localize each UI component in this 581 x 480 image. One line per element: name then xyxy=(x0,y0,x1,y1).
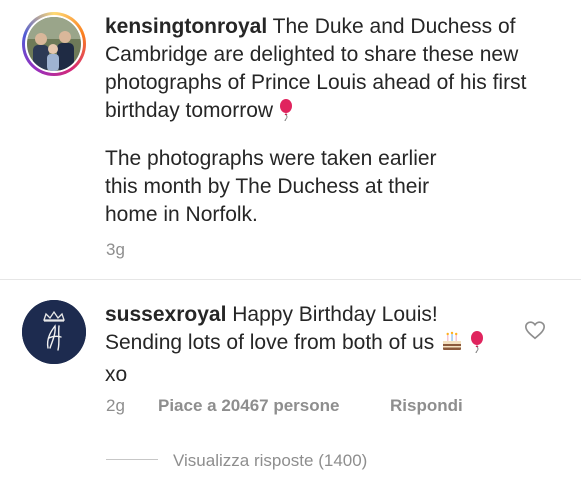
like-heart-icon[interactable] xyxy=(524,319,546,341)
post-caption-paragraph-2: The photographs were taken earlier this … xyxy=(105,147,437,226)
comment-time[interactable]: 2g xyxy=(106,396,125,416)
post-time[interactable]: 3g xyxy=(106,240,125,260)
balloon-icon xyxy=(279,99,293,129)
comment-text: sussexroyal Happy Birthday Louis! Sendin… xyxy=(105,301,505,389)
comment-body-end: xo xyxy=(105,363,128,386)
comment-likes[interactable]: Piace a 20467 persone xyxy=(158,396,339,416)
view-replies-line xyxy=(106,459,158,460)
balloon-icon xyxy=(470,331,484,361)
reply-button[interactable]: Rispondi xyxy=(390,396,463,416)
cake-icon xyxy=(440,329,464,361)
divider xyxy=(0,279,581,280)
sussex-monogram-icon xyxy=(22,300,86,364)
family-photo-icon xyxy=(27,17,81,71)
post-username[interactable]: kensingtonroyal xyxy=(105,15,267,38)
view-replies-button[interactable]: Visualizza risposte (1400) xyxy=(173,451,367,471)
kensington-avatar[interactable] xyxy=(22,12,86,76)
comment-username[interactable]: sussexroyal xyxy=(105,303,226,326)
sussex-avatar[interactable] xyxy=(22,300,86,364)
post-caption-text: kensingtonroyal The Duke and Duchess of … xyxy=(105,13,545,129)
post-caption: kensingtonroyal The Duke and Duchess of … xyxy=(0,0,581,280)
